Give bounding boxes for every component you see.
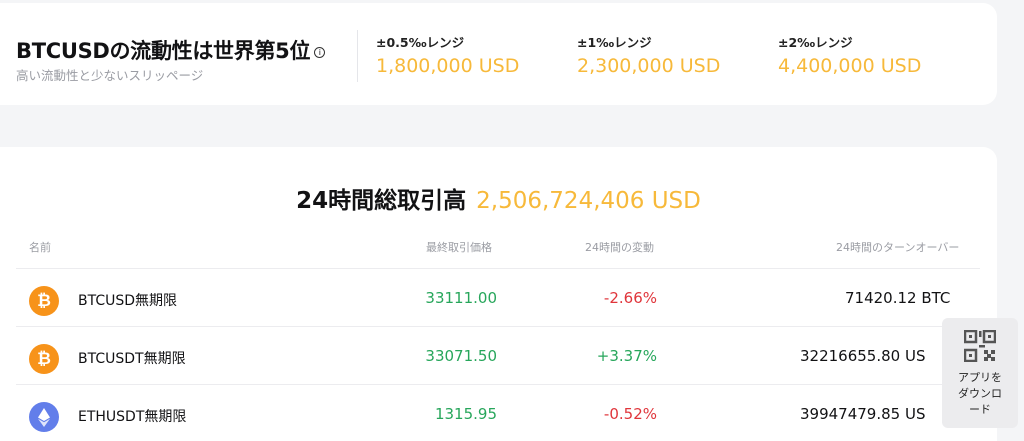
range-1: ±1‰レンジ 2,300,000 USD	[577, 32, 720, 77]
range-label: ±1‰レンジ	[577, 35, 652, 50]
price-change: -0.52%	[603, 405, 657, 423]
last-price: 1315.95	[434, 405, 497, 423]
turnover: 32216655.80 US	[800, 347, 926, 365]
range-label: ±0.5‰レンジ	[376, 35, 465, 50]
header-change: 24時間の変動	[585, 241, 654, 254]
qr-code-icon	[963, 329, 997, 363]
range-label: ±2‰レンジ	[778, 35, 853, 50]
header-price: 最終取引価格	[426, 241, 492, 254]
table-row[interactable]: ₿ BTCUSD無期限 33111.00 -2.66% 71420.12 BTC	[0, 269, 997, 326]
bitcoin-icon: ₿	[29, 286, 59, 316]
volume-label: 24時間総取引高	[296, 188, 467, 214]
info-icon[interactable]: i	[314, 47, 326, 58]
ethereum-icon	[29, 402, 59, 432]
range-2: ±2‰レンジ 4,400,000 USD	[778, 32, 921, 77]
market-card: 24時間総取引高 2,506,724,406 USD 名前 最終取引価格 24時間…	[0, 147, 997, 441]
symbol-name: ETHUSDT無期限	[78, 409, 187, 425]
price-change: -2.66%	[603, 289, 657, 307]
volume-value: 2,506,724,406 USD	[476, 188, 701, 214]
turnover: 39947479.85 US	[800, 405, 926, 423]
price-change: +3.37%	[596, 347, 657, 365]
last-price: 33111.00	[425, 289, 497, 307]
liquidity-subtitle: 高い流動性と少ないスリッページ	[16, 68, 204, 83]
turnover: 71420.12 BTC	[845, 289, 951, 307]
range-value: 1,800,000 USD	[376, 55, 520, 77]
symbol-name: BTCUSD無期限	[78, 293, 178, 309]
range-0-5: ±0.5‰レンジ 1,800,000 USD	[376, 32, 519, 77]
total-volume: 24時間総取引高 2,506,724,406 USD	[0, 181, 997, 215]
table-row[interactable]: ETHUSDT無期限 1315.95 -0.52% 39947479.85 US	[0, 385, 997, 441]
header-name: 名前	[29, 241, 51, 254]
table-row[interactable]: ₿ BTCUSDT無期限 33071.50 +3.37% 32216655.80…	[0, 327, 997, 384]
liquidity-title: BTCUSDの流動性は世界第5位 i	[16, 35, 326, 65]
bitcoin-icon: ₿	[29, 344, 59, 374]
symbol-name: BTCUSDT無期限	[78, 351, 186, 367]
range-value: 2,300,000 USD	[577, 55, 721, 77]
liquidity-card: BTCUSDの流動性は世界第5位 i 高い流動性と少ないスリッページ ±0.5‰レ…	[0, 3, 997, 105]
divider	[357, 30, 358, 82]
app-download-widget[interactable]: アプリを ダウンロ ード	[942, 318, 1018, 428]
range-value: 4,400,000 USD	[778, 55, 922, 77]
app-download-label: アプリを ダウンロ ード	[958, 371, 1002, 416]
last-price: 33071.50	[425, 347, 497, 365]
header-turnover: 24時間のターンオーバー	[836, 241, 960, 254]
